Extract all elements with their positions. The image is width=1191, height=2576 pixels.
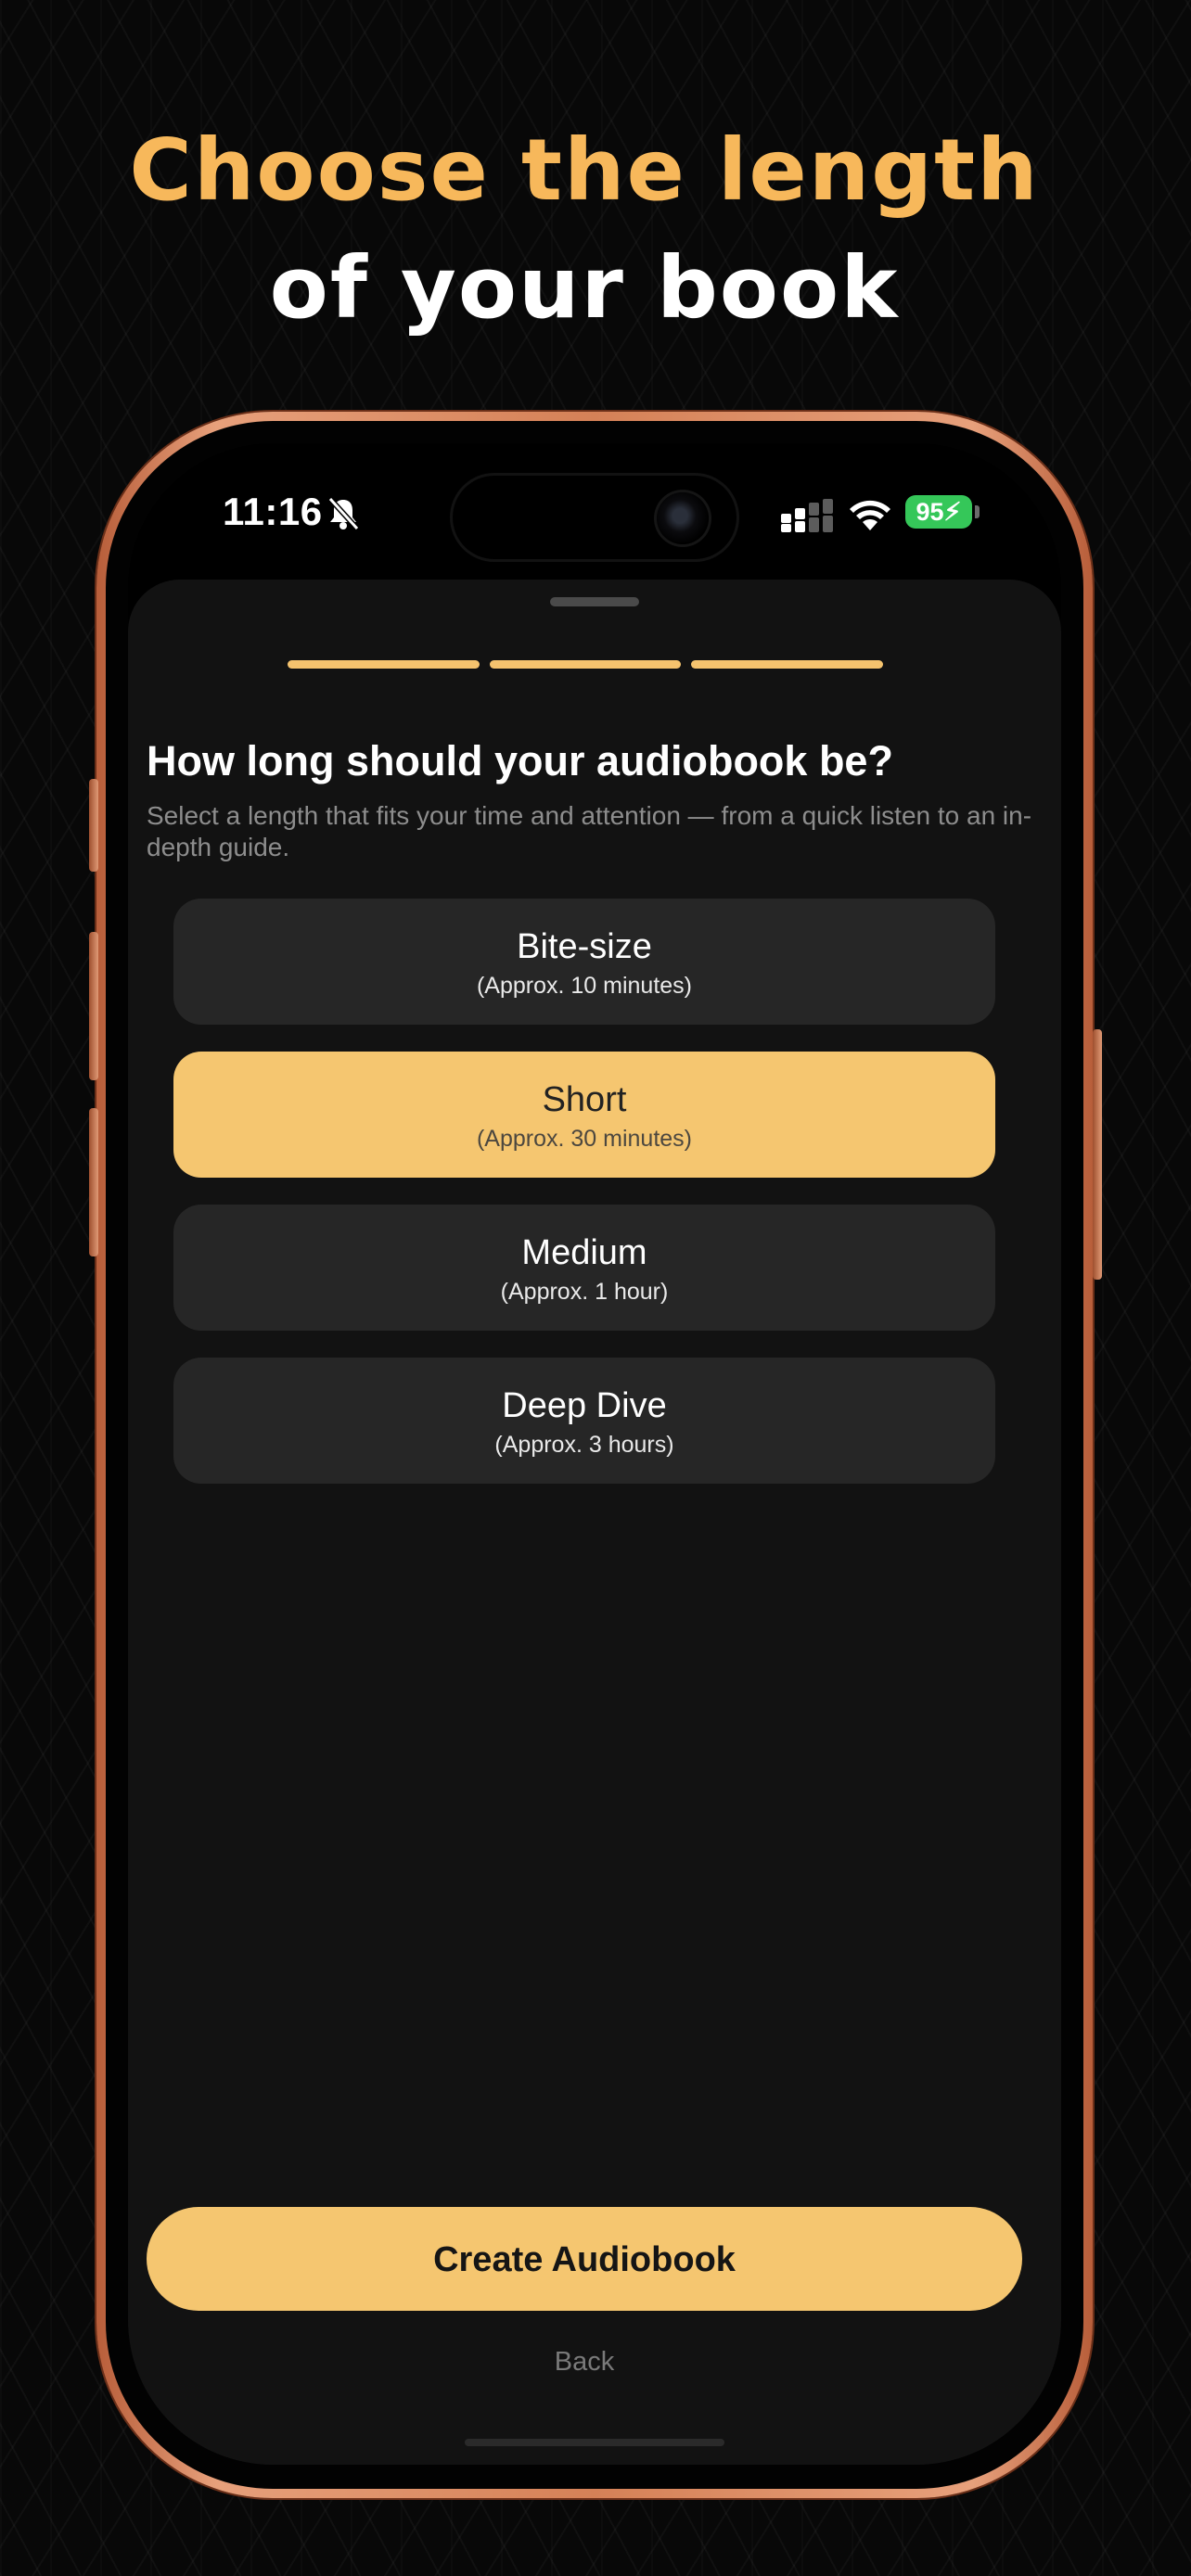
length-options: Bite-size (Approx. 10 minutes) Short (Ap… — [173, 899, 995, 1511]
page-subtitle: Select a length that fits your time and … — [147, 801, 1032, 861]
option-short[interactable]: Short (Approx. 30 minutes) — [173, 1052, 995, 1178]
status-time: 11:16 — [223, 490, 323, 533]
option-duration: (Approx. 1 hour) — [500, 1279, 669, 1305]
promo-headline-line1: Choose the length — [129, 121, 1040, 220]
front-camera — [657, 492, 709, 544]
phone-screen: 11:16 95⚡︎ How long should your audioboo… — [128, 443, 1061, 2465]
option-medium[interactable]: Medium (Approx. 1 hour) — [173, 1205, 995, 1331]
option-deep-dive[interactable]: Deep Dive (Approx. 3 hours) — [173, 1358, 995, 1484]
option-title: Deep Dive — [502, 1386, 667, 1425]
phone-power-button — [1093, 1029, 1102, 1280]
bottom-sheet: How long should your audiobook be? Selec… — [128, 580, 1061, 2465]
battery-level: 95 — [916, 498, 944, 526]
wifi-icon — [850, 500, 890, 530]
battery-cap — [975, 505, 980, 518]
option-title: Short — [542, 1080, 627, 1119]
phone-action-button — [89, 779, 98, 872]
status-bar: 11:16 95⚡︎ — [128, 443, 1061, 582]
sheet-grabber[interactable] — [550, 597, 639, 606]
phone-volume-down-button — [89, 1108, 98, 1256]
home-indicator — [465, 2439, 724, 2446]
option-duration: (Approx. 30 minutes) — [476, 1126, 693, 1152]
progress-segment-1 — [288, 660, 480, 669]
promo-headline-line2: of your book — [269, 238, 900, 338]
create-audiobook-button[interactable]: Create Audiobook — [147, 2207, 1022, 2311]
progress-segment-3 — [691, 660, 884, 669]
option-duration: (Approx. 3 hours) — [494, 1432, 674, 1458]
step-progress — [288, 660, 884, 669]
option-title: Medium — [521, 1233, 647, 1272]
progress-segment-2 — [489, 660, 682, 669]
bell-slash-icon — [327, 496, 360, 531]
option-duration: (Approx. 10 minutes) — [476, 973, 693, 999]
option-bite-size[interactable]: Bite-size (Approx. 10 minutes) — [173, 899, 995, 1025]
signal-icon — [781, 499, 833, 532]
option-title: Bite-size — [517, 927, 652, 966]
bolt-icon: ⚡︎ — [943, 498, 962, 526]
back-button[interactable]: Back — [128, 2347, 1041, 2378]
phone-volume-up-button — [89, 932, 98, 1080]
page-title: How long should your audiobook be? — [147, 737, 893, 784]
battery-charging-icon: 95⚡︎ — [905, 495, 972, 529]
